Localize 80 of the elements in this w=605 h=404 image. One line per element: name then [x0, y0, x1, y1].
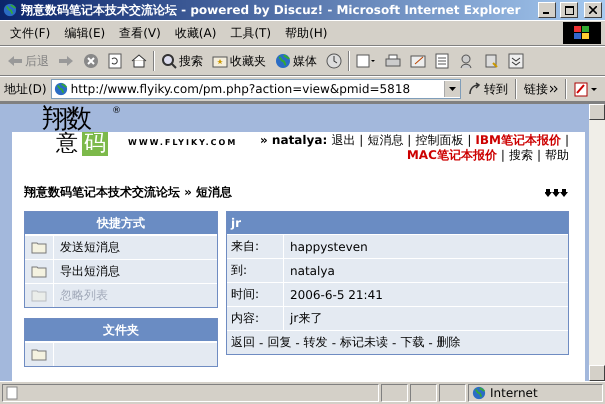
action-link[interactable]: 标记未读 [340, 334, 388, 351]
separator: | [467, 133, 472, 148]
message-title: jr [227, 212, 568, 234]
close-button[interactable] [584, 2, 602, 18]
menu-item[interactable]: 文件(F) [4, 24, 56, 42]
action-link[interactable]: 返回 [231, 334, 255, 351]
dropdown-button[interactable] [444, 81, 460, 97]
action-link[interactable]: 转发 [304, 334, 328, 351]
separator: - [295, 336, 300, 350]
action-link[interactable]: 回复 [267, 334, 292, 351]
field-label: 来自: [227, 235, 284, 258]
status-pane [410, 384, 437, 402]
action-link[interactable]: 下载 [400, 334, 424, 351]
separator: | [359, 133, 364, 148]
separator: - [428, 336, 433, 350]
nav-link[interactable]: 短消息 [367, 133, 404, 148]
nav-link[interactable]: MAC笔记本报价 [406, 148, 497, 163]
window-title: 翔意数码笔记本技术交流论坛 - powered by Discuz! - Microsoft Internet Explorer [21, 2, 522, 18]
menu-item[interactable]: 查看(V) [113, 24, 167, 42]
nav-link[interactable]: IBM笔记本报价 [475, 133, 561, 148]
menu-item[interactable]: 帮助(H) [279, 24, 334, 42]
nav-link[interactable]: 退出 [331, 133, 356, 148]
site-url: WWW.FLYIKY.COM [128, 138, 238, 147]
status-pane [439, 384, 466, 402]
address-label: 地址(D) [4, 80, 47, 98]
status-pane [381, 384, 408, 402]
globe-icon [275, 53, 291, 69]
chevrons-icon [550, 85, 558, 93]
separator: | [500, 148, 505, 163]
windows-logo [563, 22, 601, 44]
action-link[interactable]: 删除 [436, 334, 461, 351]
separator: - [332, 336, 336, 350]
address-field[interactable]: http://www.flyiky.com/pm.php?action=view&pmid=5818 [50, 79, 461, 99]
separator: | [536, 148, 541, 163]
separator: - [392, 336, 396, 350]
site-logo: 翔数 ® 意 码 [41, 106, 122, 156]
zone-text: Internet [490, 386, 538, 400]
menu-item[interactable]: 收藏(A) [168, 24, 222, 42]
search-button[interactable]: 搜索 [158, 52, 206, 70]
down-arrows-icon[interactable] [545, 188, 569, 196]
menu-item[interactable]: 编辑(E) [58, 24, 112, 42]
panel-title: 快捷方式 [25, 212, 217, 235]
field-value: 2006-6-5 21:41 [289, 288, 383, 302]
separator: | [564, 133, 569, 148]
favorites-button[interactable]: 收藏夹 [209, 52, 269, 70]
separator: | [407, 133, 412, 148]
caret-icon [449, 87, 456, 91]
search-icon [161, 53, 177, 69]
minimize-button[interactable] [538, 2, 556, 18]
nav-link[interactable]: 控制面板 [415, 133, 464, 148]
star-folder-icon [212, 54, 228, 68]
breadcrumb: 翔意数码笔记本技术交流论坛 » 短消息 [24, 184, 232, 201]
menu-item[interactable]: 工具(T) [224, 24, 278, 42]
field-label: 到: [227, 259, 284, 282]
go-button[interactable]: 转到 [465, 80, 511, 98]
username: » natalya: [260, 133, 328, 148]
separator: - [259, 336, 264, 350]
maximize-icon [564, 6, 574, 14]
folder-icon [31, 289, 47, 302]
nav-link[interactable]: 帮助 [545, 148, 569, 163]
sidebar-link[interactable]: 导出短消息 [54, 263, 120, 280]
panel-title: 文件夹 [25, 319, 217, 342]
field-value: jr来了 [288, 310, 322, 327]
close-icon [589, 6, 597, 14]
folder-icon [31, 348, 47, 361]
maximize-button[interactable] [560, 2, 578, 18]
field-value: natalya [289, 264, 335, 278]
sidebar-link[interactable]: 发送短消息 [54, 239, 120, 256]
field-label: 时间: [227, 283, 284, 306]
nav-link[interactable]: 搜索 [508, 148, 533, 163]
links-button[interactable]: 链接 [521, 80, 561, 98]
scrollbar[interactable] [589, 104, 605, 381]
media-button[interactable]: 媒体 [272, 52, 320, 70]
field-value: happysteven [289, 240, 368, 254]
folder-icon [31, 241, 47, 254]
curved-arrow-icon [468, 82, 482, 96]
folder-icon [31, 265, 47, 278]
globe-icon [472, 386, 486, 400]
field-label: 内容: [227, 307, 284, 330]
back-arrow-icon [7, 55, 23, 67]
